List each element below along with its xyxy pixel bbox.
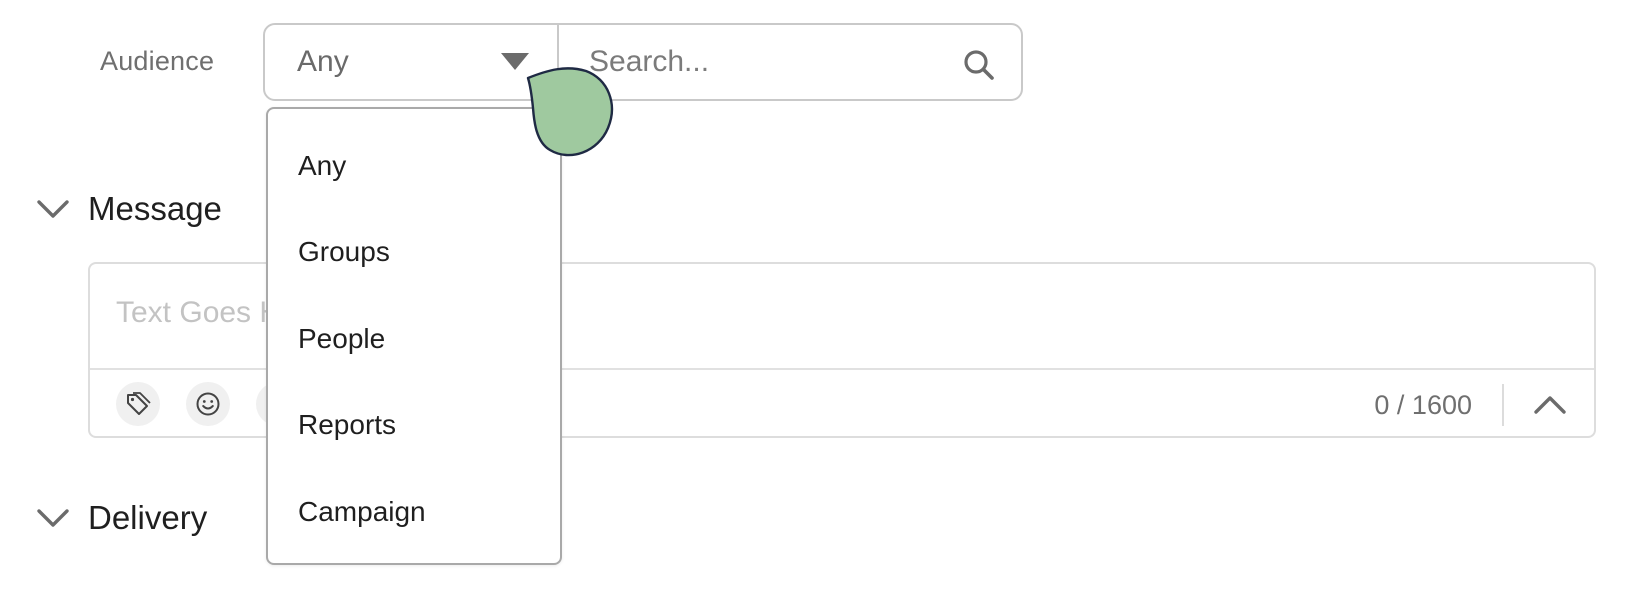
audience-dropdown-menu: Any Groups People Reports Campaign (266, 107, 562, 565)
dropdown-option-campaign[interactable]: Campaign (298, 496, 426, 528)
chevron-down-icon (37, 509, 69, 527)
tag-button[interactable] (116, 382, 160, 426)
audience-control: Any (263, 23, 1023, 101)
smiley-icon (196, 392, 220, 416)
audience-search (559, 25, 1021, 99)
section-title-delivery: Delivery (88, 499, 208, 536)
emoji-button[interactable] (186, 382, 230, 426)
dropdown-option-reports[interactable]: Reports (298, 409, 396, 441)
character-count: 0 / 1600 (1374, 390, 1472, 420)
section-header-delivery[interactable]: Delivery (36, 499, 207, 537)
section-title-message: Message (88, 190, 222, 227)
dropdown-option-people[interactable]: People (298, 323, 385, 355)
chevron-down-icon (37, 200, 69, 218)
tag-icon (127, 392, 151, 415)
toolbar-divider (1502, 384, 1504, 426)
search-input[interactable] (559, 25, 1021, 99)
caret-down-icon (501, 53, 529, 70)
section-header-message[interactable]: Message (36, 190, 222, 228)
audience-label: Audience (100, 46, 215, 76)
search-icon[interactable] (961, 47, 997, 83)
audience-selected-value: Any (297, 45, 349, 78)
audience-select[interactable]: Any (265, 25, 559, 99)
dropdown-option-any[interactable]: Any (298, 150, 346, 182)
dropdown-option-groups[interactable]: Groups (298, 236, 390, 268)
chevron-up-icon[interactable] (1532, 390, 1568, 418)
